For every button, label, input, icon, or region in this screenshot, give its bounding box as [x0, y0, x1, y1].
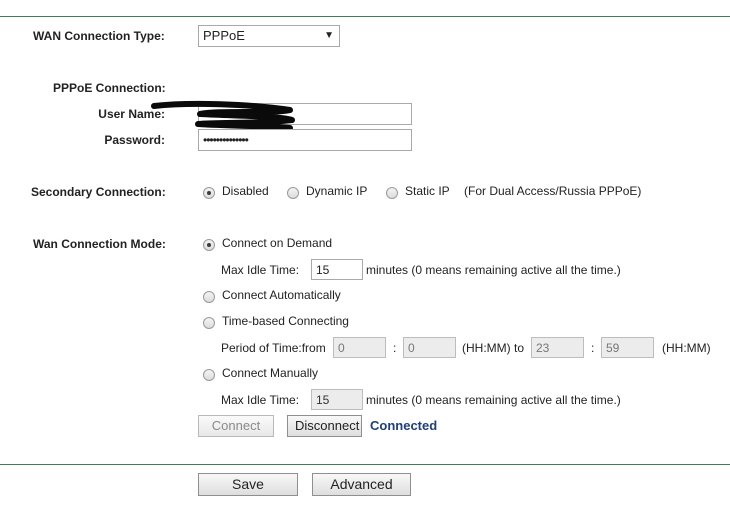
password-input[interactable]	[198, 129, 412, 151]
mode-on-demand-radio[interactable]	[203, 239, 215, 251]
secondary-static-ip-label: Static IP	[405, 184, 450, 198]
mode-time-based-label: Time-based Connecting	[222, 314, 349, 328]
connect-button[interactable]: Connect	[198, 415, 274, 437]
secondary-static-ip-radio[interactable]	[386, 187, 398, 199]
password-label: Password:	[104, 133, 165, 147]
advanced-button[interactable]: Advanced	[312, 473, 411, 496]
pppoe-section-label: PPPoE Connection:	[53, 81, 166, 95]
bottom-divider	[0, 464, 730, 465]
period-from-colon: :	[393, 341, 397, 355]
connection-status: Connected	[370, 418, 438, 433]
secondary-note: (For Dual Access/Russia PPPoE)	[464, 184, 642, 198]
mode-automatic-label: Connect Automatically	[222, 288, 341, 302]
mode-automatic-radio[interactable]	[203, 291, 215, 303]
save-button[interactable]: Save	[198, 473, 298, 496]
period-from-minute-input[interactable]	[403, 337, 456, 358]
period-to-label: (HH:MM) to	[462, 341, 524, 355]
chevron-down-icon: ▼	[324, 30, 334, 41]
secondary-disabled-radio[interactable]	[203, 187, 215, 199]
period-from-hour-input[interactable]	[333, 337, 386, 358]
secondary-connection-label: Secondary Connection:	[31, 185, 166, 199]
mode-manual-radio[interactable]	[203, 369, 215, 381]
mode-time-based-radio[interactable]	[203, 317, 215, 329]
wan-type-selected: PPPoE	[203, 28, 245, 43]
max-idle-input[interactable]	[311, 259, 363, 280]
period-to-minute-input[interactable]	[601, 337, 654, 358]
mode-manual-label: Connect Manually	[222, 366, 319, 380]
manual-idle-note: minutes (0 means remaining active all th…	[366, 393, 621, 407]
wan-type-select[interactable]: PPPoE ▼	[198, 25, 340, 47]
secondary-dynamic-ip-radio[interactable]	[287, 187, 299, 199]
wan-type-label: WAN Connection Type:	[33, 29, 165, 43]
secondary-disabled-label: Disabled	[222, 184, 269, 198]
period-hhmm-label: (HH:MM)	[662, 341, 711, 355]
period-label: Period of Time:from	[221, 341, 326, 355]
period-to-hour-input[interactable]	[531, 337, 584, 358]
secondary-dynamic-ip-label: Dynamic IP	[306, 184, 368, 198]
manual-idle-input[interactable]	[311, 389, 363, 410]
mode-on-demand-label: Connect on Demand	[222, 236, 333, 250]
manual-idle-label: Max Idle Time:	[221, 393, 300, 407]
period-to-colon: :	[591, 341, 595, 355]
wan-mode-label: Wan Connection Mode:	[33, 237, 166, 251]
max-idle-note: minutes (0 means remaining active all th…	[366, 263, 621, 277]
top-divider	[0, 16, 730, 17]
disconnect-button[interactable]: Disconnect	[287, 415, 362, 437]
max-idle-label: Max Idle Time:	[221, 263, 300, 277]
